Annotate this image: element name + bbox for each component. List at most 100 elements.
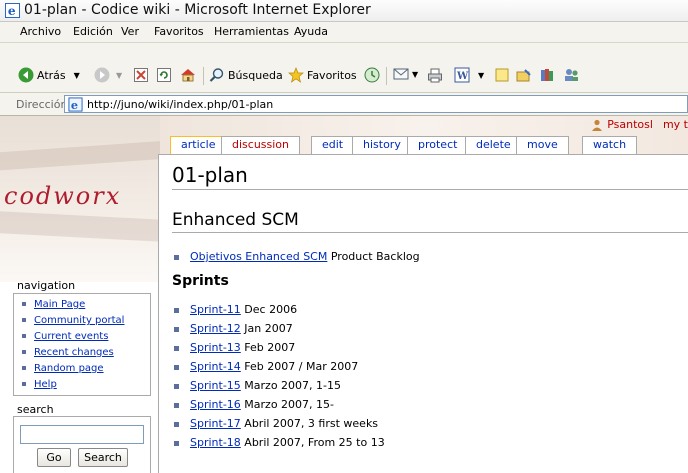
toolbar: Atrás ▼ ▼ Búsqueda Favoritos ▼ W ▼ xyxy=(0,43,688,93)
address-url: http://juno/wiki/index.php/01-plan xyxy=(87,98,274,111)
navigation-heading: navigation xyxy=(17,279,76,292)
address-bar: Dirección e http://juno/wiki/index.php/0… xyxy=(0,93,688,116)
page-icon: e xyxy=(68,97,83,112)
search-button[interactable]: Search xyxy=(78,448,128,467)
home-button[interactable] xyxy=(180,67,196,83)
title-bar: e 01-plan - Codice wiki - Microsoft Inte… xyxy=(0,0,688,22)
menu-ayuda[interactable]: Ayuda xyxy=(294,25,328,38)
sprint-16-link[interactable]: Sprint-16 xyxy=(190,398,241,411)
user-name-link[interactable]: Psantosl xyxy=(607,118,653,131)
menu-ver[interactable]: Ver xyxy=(121,25,139,38)
list-item: Sprint-11 Dec 2006 xyxy=(174,303,297,316)
forward-arrow-icon xyxy=(94,67,110,83)
back-dropdown-icon[interactable]: ▼ xyxy=(74,71,80,80)
mail-dropdown-icon[interactable]: ▼ xyxy=(412,70,418,79)
mail-button[interactable]: ▼ xyxy=(393,67,418,81)
edit-button[interactable]: W ▼ xyxy=(454,67,484,83)
refresh-button[interactable] xyxy=(157,68,171,82)
svg-text:e: e xyxy=(8,4,16,18)
personal-tools: Psantosl my t xyxy=(591,118,688,131)
sprint-12-link[interactable]: Sprint-12 xyxy=(190,322,241,335)
list-item: Sprint-18 Abril 2007, From 25 to 13 xyxy=(174,436,385,449)
sprint-17-link[interactable]: Sprint-17 xyxy=(190,417,241,430)
my-talk-link[interactable]: my t xyxy=(663,118,688,131)
tab-watch[interactable]: watch xyxy=(582,136,638,154)
menu-edicion[interactable]: Edición xyxy=(73,25,113,38)
list-item: Sprint-17 Abril 2007, 3 first weeks xyxy=(174,417,378,430)
tab-move[interactable]: move xyxy=(516,136,569,154)
go-button[interactable]: Go xyxy=(37,448,71,467)
nav-item-random-page[interactable]: Random page xyxy=(22,363,104,374)
window-title: 01-plan - Codice wiki - Microsoft Intern… xyxy=(24,2,371,18)
history-button[interactable] xyxy=(364,67,380,83)
print-button[interactable] xyxy=(427,67,443,83)
menu-archivo[interactable]: Archivo xyxy=(20,25,61,38)
forward-button[interactable]: ▼ xyxy=(94,67,122,83)
back-button[interactable]: Atrás ▼ xyxy=(18,67,80,83)
nav-item-help[interactable]: Help xyxy=(22,379,57,390)
search-heading: search xyxy=(17,403,54,416)
search-input[interactable] xyxy=(20,425,144,444)
note-icon xyxy=(495,68,509,82)
discover-button[interactable] xyxy=(563,67,581,83)
favorites-button[interactable]: Favoritos xyxy=(288,67,357,83)
mail-icon xyxy=(393,68,409,80)
nav-item-community-portal[interactable]: Community portal xyxy=(22,315,124,326)
list-item: Sprint-13 Feb 2007 xyxy=(174,341,295,354)
article-content: 01-plan Enhanced SCM Objetivos Enhanced … xyxy=(158,154,688,473)
back-arrow-icon xyxy=(18,67,34,83)
people-icon xyxy=(565,69,578,81)
folder-edit-icon xyxy=(516,69,531,82)
history-icon xyxy=(364,67,380,83)
list-item: Sprint-15 Marzo 2007, 1-15 xyxy=(174,379,341,392)
svg-text:W: W xyxy=(456,71,469,82)
nav-item-recent-changes[interactable]: Recent changes xyxy=(22,347,114,358)
sprint-14-link[interactable]: Sprint-14 xyxy=(190,360,241,373)
tab-protect[interactable]: protect xyxy=(407,136,469,154)
home-icon xyxy=(181,69,195,82)
ie-logo-icon: e xyxy=(5,3,20,18)
tab-discussion[interactable]: discussion xyxy=(221,136,301,154)
sprint-15-link[interactable]: Sprint-15 xyxy=(190,379,241,392)
search-portlet: Go Search xyxy=(13,416,151,473)
list-item: Objetivos Enhanced SCM Product Backlog xyxy=(174,250,420,263)
messenger-button[interactable] xyxy=(516,67,532,83)
menu-favoritos[interactable]: Favoritos xyxy=(154,25,204,38)
star-icon xyxy=(288,67,304,83)
magnifier-icon xyxy=(209,68,224,82)
stop-icon xyxy=(134,68,148,82)
sprint-11-link[interactable]: Sprint-11 xyxy=(190,303,241,316)
list-item: Sprint-12 Jan 2007 xyxy=(174,322,293,335)
svg-text:e: e xyxy=(71,98,78,112)
tab-edit[interactable]: edit xyxy=(311,136,355,154)
tab-delete[interactable]: delete xyxy=(465,136,522,154)
address-label: Dirección xyxy=(16,98,68,111)
word-icon: W xyxy=(454,67,470,83)
sprint-18-link[interactable]: Sprint-18 xyxy=(190,436,241,449)
stop-button[interactable] xyxy=(134,68,148,82)
forward-dropdown-icon[interactable]: ▼ xyxy=(116,71,122,80)
tab-history[interactable]: history xyxy=(352,136,412,154)
logo-text: codworx xyxy=(4,182,122,210)
navigation-portlet: Main Page Community portal Current event… xyxy=(13,293,151,396)
user-icon xyxy=(592,119,603,131)
nav-item-current-events[interactable]: Current events xyxy=(22,331,108,342)
backlog-link[interactable]: Objetivos Enhanced SCM xyxy=(190,250,327,263)
edit-dropdown-icon[interactable]: ▼ xyxy=(478,71,484,80)
page-content: codworx Psantosl my t article discussion … xyxy=(0,116,688,473)
menu-bar: Archivo Edición Ver Favoritos Herramient… xyxy=(0,22,688,43)
section-heading-enhanced-scm: Enhanced SCM xyxy=(172,210,299,230)
search-button[interactable]: Búsqueda xyxy=(209,67,283,83)
books-icon xyxy=(541,69,553,81)
research-button[interactable] xyxy=(539,67,555,83)
printer-icon xyxy=(428,68,442,83)
menu-herramientas[interactable]: Herramientas xyxy=(214,25,289,38)
page-title: 01-plan xyxy=(172,163,248,187)
sprint-13-link[interactable]: Sprint-13 xyxy=(190,341,241,354)
tab-article[interactable]: article xyxy=(170,136,227,156)
discuss-button[interactable] xyxy=(494,67,510,83)
list-item: Sprint-16 Marzo 2007, 15- xyxy=(174,398,334,411)
nav-item-main-page[interactable]: Main Page xyxy=(22,299,85,310)
address-input[interactable]: e http://juno/wiki/index.php/01-plan xyxy=(64,95,688,113)
site-logo[interactable]: codworx xyxy=(0,116,160,282)
